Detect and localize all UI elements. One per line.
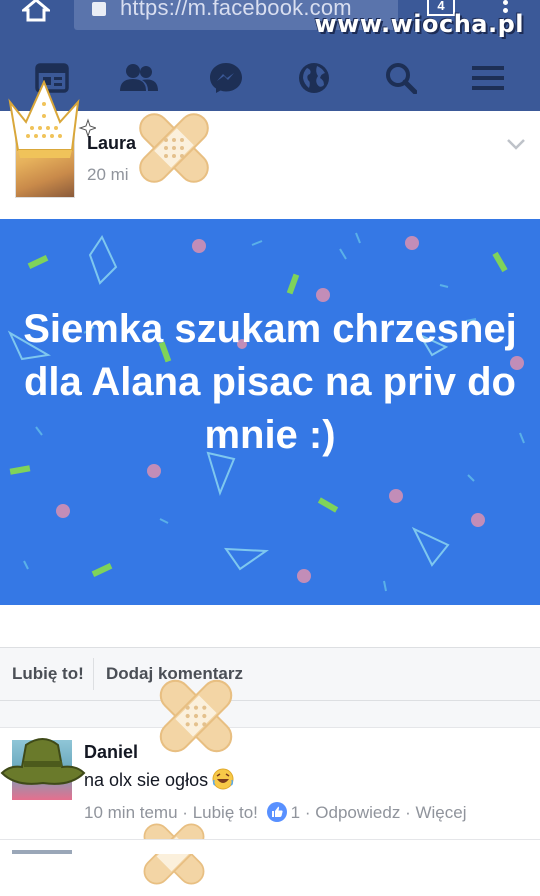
reply-button[interactable]: Odpowiedz: [315, 803, 400, 822]
nav-notifications[interactable]: [284, 53, 344, 103]
like-button[interactable]: Lubię to!: [12, 664, 84, 684]
lock-icon: [92, 2, 106, 16]
comment-like-count: 1: [290, 803, 301, 822]
comment-text: na olx sie ogłos: [84, 768, 234, 791]
censor-bandage-sticker: [139, 113, 209, 183]
comment-item: [0, 839, 540, 854]
post-action-bar: Lubię to! Dodaj komentarz: [0, 647, 540, 701]
comment-body: na olx sie ogłos: [84, 770, 209, 790]
globe-icon: [298, 62, 329, 93]
status-background-card: Siemka szukam chrzesnej dla Alana pisac …: [0, 219, 540, 605]
watermark: www.wiocha.pl: [314, 10, 524, 38]
nav-search[interactable]: [371, 53, 431, 103]
censor-bandage-sticker: [143, 823, 205, 885]
action-divider: [93, 658, 94, 690]
menu-icon: [472, 65, 505, 90]
nav-friends[interactable]: [109, 53, 169, 103]
nav-menu[interactable]: [458, 53, 518, 103]
friends-icon: [119, 63, 158, 91]
crown-sticker: [8, 80, 96, 158]
more-button[interactable]: Więcej: [415, 803, 466, 822]
search-icon: [385, 62, 417, 94]
post-footer-spacer: [0, 605, 540, 647]
censor-bandage-sticker: [159, 679, 233, 753]
status-text: Siemka szukam chrzesnej dla Alana pisac …: [23, 307, 517, 457]
home-icon[interactable]: [22, 0, 50, 22]
comment-avatar[interactable]: [12, 850, 72, 854]
chevron-down-icon[interactable]: [506, 138, 526, 150]
post-time: 20 mi: [87, 165, 129, 184]
messenger-icon: [210, 62, 243, 93]
hat-sticker: [0, 738, 86, 785]
like-thumb-icon: [266, 802, 287, 822]
nav-messenger[interactable]: [196, 53, 256, 103]
comment-author[interactable]: Daniel: [84, 742, 138, 763]
laughing-emoji-icon: [212, 768, 234, 790]
